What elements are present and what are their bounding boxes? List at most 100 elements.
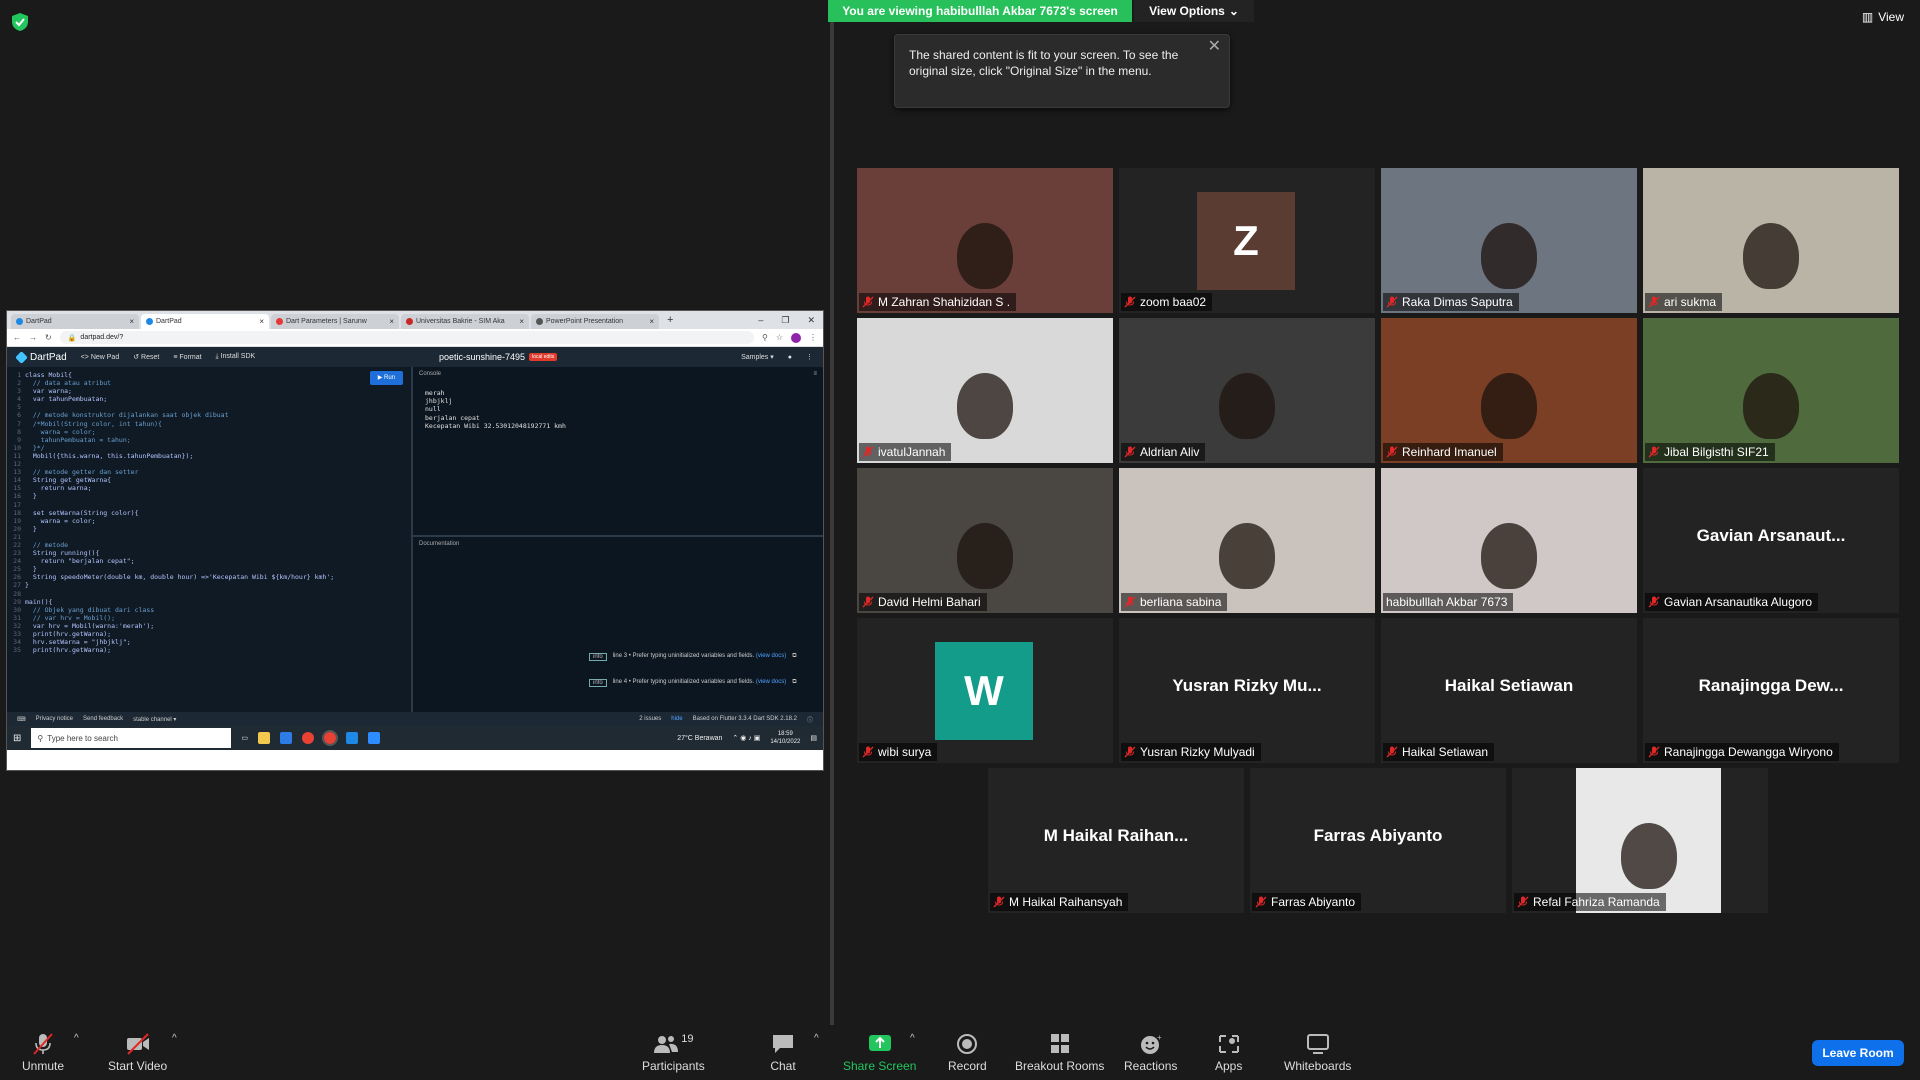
whiteboards-button[interactable]: Whiteboards: [1284, 1033, 1351, 1073]
format-button[interactable]: ≡ Format: [173, 354, 201, 361]
star-icon[interactable]: ☆: [776, 333, 783, 342]
breakout-rooms-button[interactable]: Breakout Rooms: [1015, 1033, 1104, 1073]
participant-tile[interactable]: David Helmi Bahari: [857, 468, 1113, 613]
issue-item[interactable]: info line 4 • Prefer typing uninitialize…: [589, 679, 803, 699]
feedback-link[interactable]: Send feedback: [83, 716, 123, 722]
muted-mic-icon: [1255, 896, 1267, 908]
participant-name: Refal Fahriza Ramanda: [1533, 895, 1660, 909]
zoom-app-icon[interactable]: [368, 732, 381, 744]
participant-tile[interactable]: M Haikal Raihan... M Haikal Raihansyah: [988, 768, 1244, 913]
participant-tile[interactable]: ivatulJannah: [857, 318, 1113, 463]
code-editor[interactable]: ▶ Run 1 class Mobil{2 // data atau atribu…: [7, 367, 413, 712]
participant-tile[interactable]: Gavian Arsanaut... Gavian Arsanautika Alu…: [1643, 468, 1899, 613]
apps-button[interactable]: Apps: [1215, 1033, 1242, 1073]
view-button[interactable]: ▥ View: [1862, 10, 1904, 24]
participant-tile[interactable]: Haikal Setiawan Haikal Setiawan: [1381, 618, 1637, 763]
console-menu-icon[interactable]: ≡: [813, 371, 817, 377]
view-docs-link[interactable]: (view docs): [756, 653, 786, 659]
view-options-button[interactable]: View Options ⌄: [1134, 0, 1254, 22]
close-window-icon[interactable]: ✕: [807, 315, 815, 326]
github-icon[interactable]: ●: [788, 354, 792, 361]
participant-tile[interactable]: Yusran Rizky Mu... Yusran Rizky Mulyadi: [1119, 618, 1375, 763]
audio-options-caret[interactable]: ^: [74, 1033, 79, 1044]
zoom-icon[interactable]: ⚲: [762, 333, 768, 342]
reset-button[interactable]: ↺ Reset: [133, 353, 159, 361]
copy-icon[interactable]: ⧉: [792, 653, 796, 660]
person-silhouette: [1219, 373, 1275, 440]
menu-dots-icon[interactable]: ⋮: [809, 333, 817, 342]
participant-tile[interactable]: Farras Abiyanto Farras Abiyanto: [1250, 768, 1506, 913]
video-options-caret[interactable]: ^: [172, 1033, 177, 1044]
unmute-button[interactable]: Unmute: [22, 1033, 64, 1073]
line-number: 25: [13, 565, 21, 574]
reload-icon[interactable]: ↻: [45, 333, 52, 342]
weather-widget[interactable]: 27°C Berawan: [677, 735, 722, 742]
copy-icon[interactable]: ⧉: [792, 679, 796, 686]
dartpad-header: DartPad <> New Pad ↺ Reset ≡ Format ⤓ In…: [7, 347, 823, 367]
reactions-button[interactable]: + Reactions: [1124, 1033, 1177, 1073]
channel-select[interactable]: stable channel ▾: [133, 716, 176, 723]
person-silhouette: [1481, 523, 1537, 590]
vscode-icon[interactable]: [346, 732, 359, 744]
windows-start-icon[interactable]: ⊞: [13, 733, 21, 744]
privacy-link[interactable]: Privacy notice: [36, 716, 73, 722]
participant-tile[interactable]: Raka Dimas Saputra: [1381, 168, 1637, 313]
chat-button[interactable]: Chat: [770, 1033, 796, 1073]
file-explorer-icon[interactable]: [258, 732, 271, 744]
start-video-button[interactable]: Start Video: [108, 1033, 167, 1073]
issue-item[interactable]: info line 3 • Prefer typing uninitialize…: [589, 653, 803, 673]
participant-tile[interactable]: ari sukma: [1643, 168, 1899, 313]
record-button[interactable]: Record: [948, 1033, 987, 1073]
view-docs-link[interactable]: (view docs): [756, 679, 786, 685]
task-view-icon[interactable]: ▭: [241, 734, 248, 742]
browser-tab[interactable]: Dart Parameters | Sarunw ×: [271, 314, 399, 329]
chat-options-caret[interactable]: ^: [814, 1033, 819, 1044]
profile-icon[interactable]: [791, 332, 801, 343]
keyboard-icon[interactable]: ⌨: [17, 716, 26, 723]
participant-tile[interactable]: Refal Fahriza Ramanda: [1512, 768, 1768, 913]
video-feed: [857, 318, 1113, 463]
participant-tile[interactable]: Aldrian Aliv: [1119, 318, 1375, 463]
browser-tab[interactable]: PowerPoint Presentation ×: [531, 314, 659, 329]
mail-icon[interactable]: [280, 732, 293, 744]
chrome-icon[interactable]: [302, 732, 315, 744]
new-pad-button[interactable]: <> New Pad: [81, 354, 120, 361]
share-options-caret[interactable]: ^: [910, 1033, 915, 1044]
chrome-icon[interactable]: [322, 730, 339, 746]
browser-tab-active[interactable]: DartPad ×: [141, 314, 269, 329]
chat-icon: [773, 1035, 793, 1053]
back-icon[interactable]: ←: [13, 333, 21, 342]
leave-room-button[interactable]: Leave Room: [1812, 1040, 1904, 1066]
hide-issues-link[interactable]: hide: [671, 716, 682, 722]
participants-button[interactable]: 19 Participants: [642, 1033, 705, 1073]
security-shield-icon[interactable]: [10, 12, 30, 32]
notification-icon[interactable]: ▤: [810, 734, 817, 742]
address-field[interactable]: 🔒 dartpad.dev/?: [59, 331, 754, 344]
participant-tile[interactable]: Reinhard Imanuel: [1381, 318, 1637, 463]
participant-tile[interactable]: Zzoom baa02: [1119, 168, 1375, 313]
taskbar-search[interactable]: ⚲ Type here to search: [31, 728, 232, 748]
participant-tile[interactable]: berliana sabina: [1119, 468, 1375, 613]
run-button[interactable]: ▶ Run: [369, 371, 403, 386]
share-screen-button[interactable]: Share Screen: [843, 1033, 916, 1073]
participant-tile[interactable]: Ranajingga Dew... Ranajingga Dewangga Wir…: [1643, 618, 1899, 763]
new-tab-icon[interactable]: +: [667, 314, 673, 326]
close-icon[interactable]: ✕: [1208, 39, 1221, 55]
participant-tile[interactable]: Wwibi surya: [857, 618, 1113, 763]
documentation-panel: Documentation info line 3 • Prefer typin…: [413, 537, 823, 712]
taskbar-clock[interactable]: 18:59 14/10/2022: [770, 730, 800, 746]
browser-tab[interactable]: Universitas Bakrie - SIM Aka ×: [401, 314, 529, 329]
participant-tile[interactable]: Jibal Bilgisthi SIF21: [1643, 318, 1899, 463]
tray-icons[interactable]: ⌃ ◉ ♪ ▣: [732, 734, 760, 742]
participant-tile[interactable]: habibulllah Akbar 7673: [1381, 468, 1637, 613]
minimize-icon[interactable]: –: [758, 315, 763, 326]
forward-icon[interactable]: →: [29, 333, 37, 342]
panel-divider[interactable]: [830, 0, 834, 1025]
participant-tile[interactable]: M Zahran Shahizidan S .: [857, 168, 1113, 313]
samples-dropdown[interactable]: Samples ▾: [741, 353, 774, 361]
browser-tab[interactable]: DartPad ×: [11, 314, 139, 329]
maximize-icon[interactable]: ❐: [781, 315, 789, 326]
install-sdk-button[interactable]: ⤓ Install SDK: [216, 353, 256, 361]
more-icon[interactable]: ⋮: [806, 353, 813, 361]
info-icon[interactable]: ⓘ: [807, 715, 813, 724]
